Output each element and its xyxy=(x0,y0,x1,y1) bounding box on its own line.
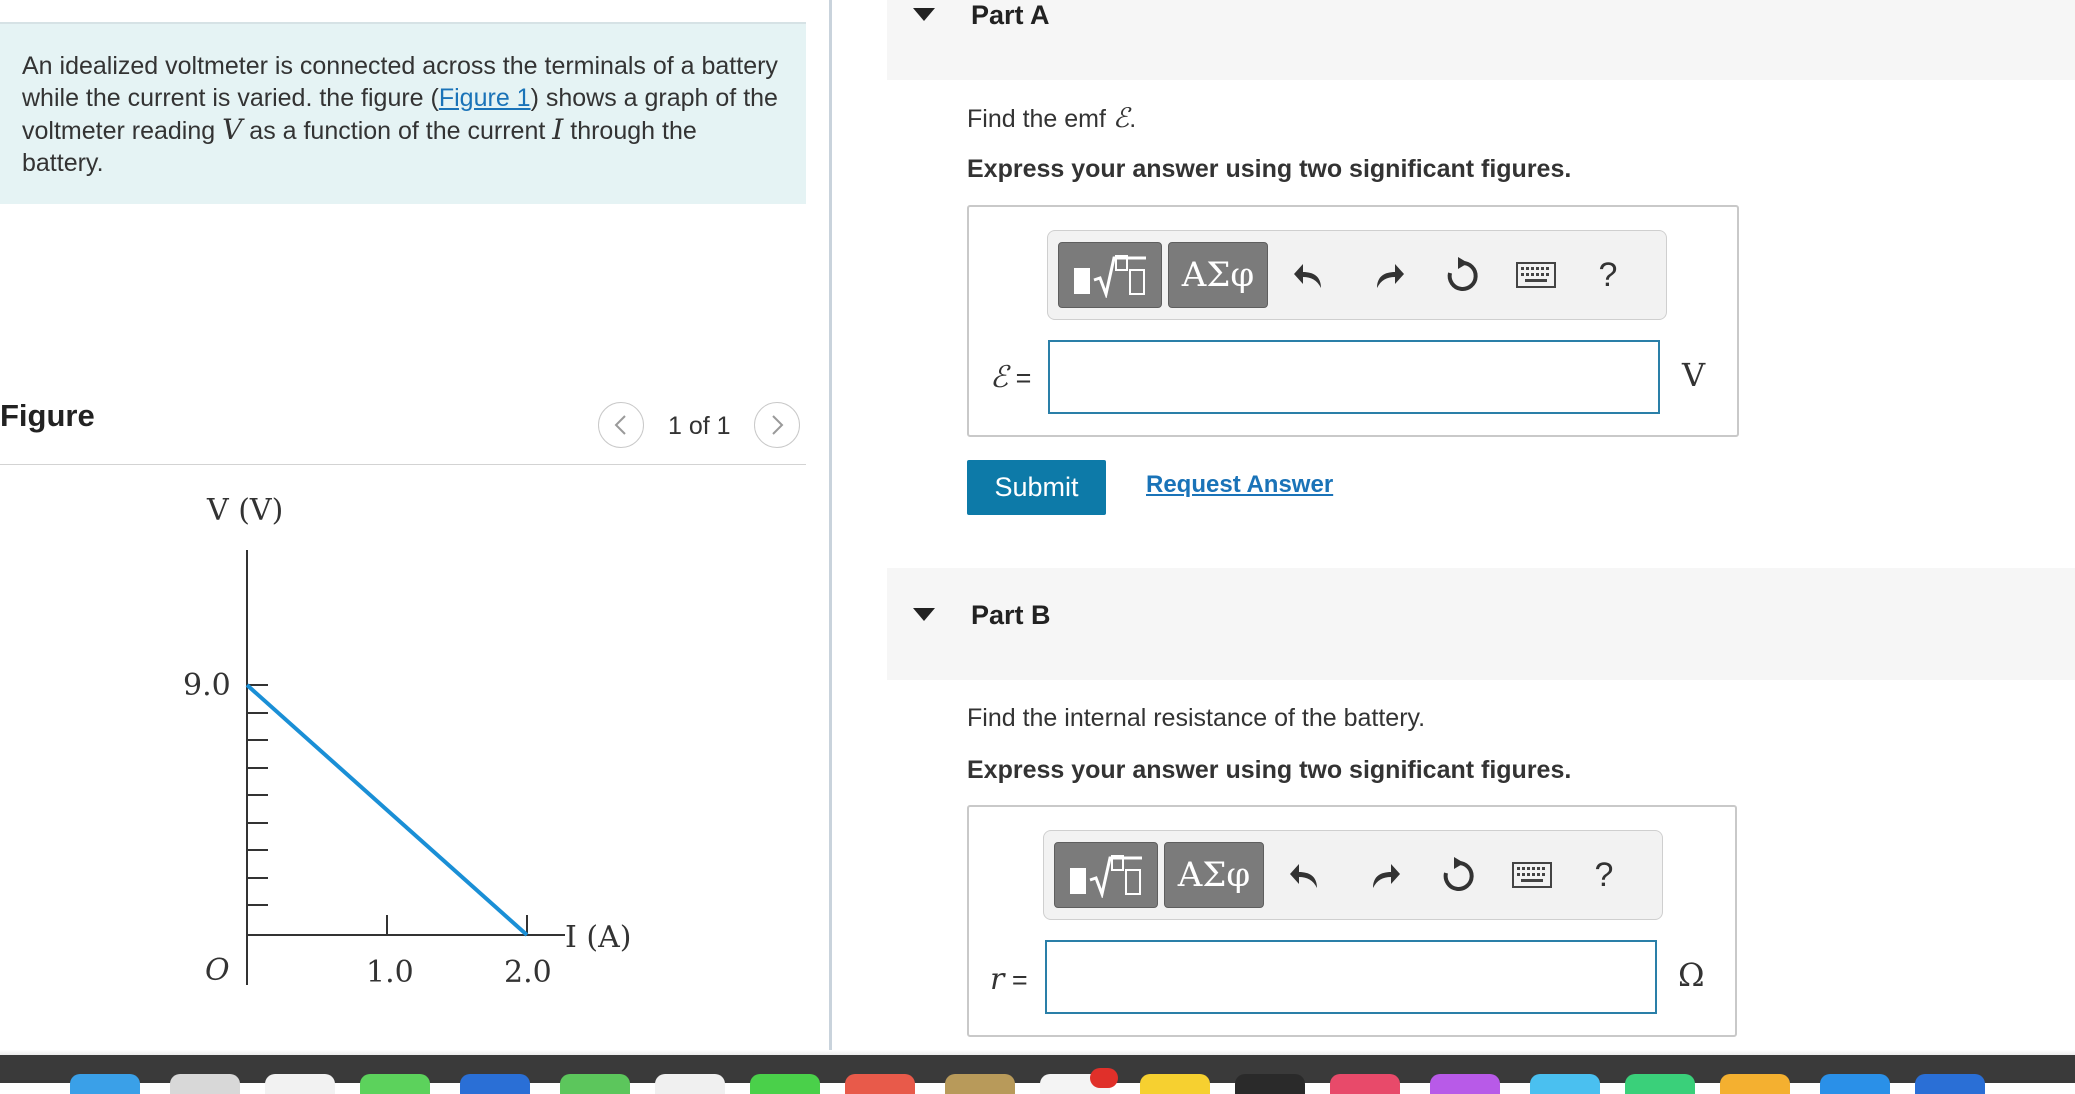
variable-v: V xyxy=(222,113,243,146)
problem-statement: An idealized voltmeter is connected acro… xyxy=(22,50,782,179)
resistance-label-symbol: r xyxy=(990,962,1005,997)
part-b-title: Part B xyxy=(971,600,1051,630)
part-b-math-toolbar: ΑΣφ ? xyxy=(1043,830,1663,920)
notification-badge xyxy=(1090,1068,1118,1088)
submit-button[interactable]: Submit xyxy=(967,460,1106,515)
help-button[interactable]: ? xyxy=(1588,253,1628,297)
variable-i: I xyxy=(552,113,564,146)
voltage-current-graph: V (V) 9.0 I (A) O 1.0 2.0 xyxy=(183,493,631,990)
previous-figure-button[interactable] xyxy=(598,402,644,448)
greek-letters-button[interactable]: ΑΣφ xyxy=(1164,842,1264,908)
resistance-unit: Ω xyxy=(1678,956,1705,994)
figure-divider xyxy=(0,464,806,465)
dock-app-icon[interactable] xyxy=(945,1074,1015,1094)
resistance-label-eq: = xyxy=(1004,965,1028,995)
help-icon: ? xyxy=(1598,255,1618,294)
y-axis-label: V (V) xyxy=(206,493,283,528)
reset-button[interactable] xyxy=(1440,253,1484,297)
greek-letters-button[interactable]: ΑΣφ xyxy=(1168,242,1268,308)
part-a-header[interactable] xyxy=(887,0,2075,80)
dock-app-icon[interactable] xyxy=(655,1074,725,1094)
x-tick-label-1: 1.0 xyxy=(366,955,414,990)
figure-title: Figure xyxy=(0,398,95,433)
undo-icon xyxy=(1294,264,1321,288)
dock-app-icon[interactable] xyxy=(460,1074,530,1094)
redo-button[interactable] xyxy=(1366,255,1410,295)
dock-app-icon[interactable] xyxy=(170,1074,240,1094)
request-answer-link[interactable]: Request Answer xyxy=(1146,471,1333,499)
collapse-caret-icon[interactable] xyxy=(913,608,935,621)
part-a-title: Part A xyxy=(971,0,1050,30)
dock-app-icon[interactable] xyxy=(1530,1074,1600,1094)
redo-button[interactable] xyxy=(1362,855,1406,895)
dock-app-icon[interactable] xyxy=(1720,1074,1790,1094)
chevron-left-icon xyxy=(614,415,626,435)
redo-icon xyxy=(1377,264,1404,288)
collapse-caret-icon[interactable] xyxy=(913,8,935,21)
part-b-header[interactable] xyxy=(887,568,2075,680)
resistance-answer-input[interactable] xyxy=(1045,940,1657,1014)
dock-app-icon[interactable] xyxy=(265,1074,335,1094)
redo-icon xyxy=(1373,864,1400,888)
part-a-question: Find the emf ℰ. xyxy=(967,103,1136,134)
dock-app-icon[interactable] xyxy=(360,1074,430,1094)
undo-button[interactable] xyxy=(1284,855,1328,895)
keyboard-icon xyxy=(1512,862,1552,888)
keyboard-icon xyxy=(1516,262,1556,288)
problem-text-3: as a function of the current xyxy=(242,117,553,145)
emf-symbol: ℰ xyxy=(1112,103,1130,134)
dock-app-icon[interactable] xyxy=(1140,1074,1210,1094)
dock-app-icon[interactable] xyxy=(1235,1074,1305,1094)
part-a-math-toolbar: ΑΣφ ? xyxy=(1047,230,1667,320)
templates-icon xyxy=(1074,255,1146,298)
column-divider xyxy=(829,0,832,1060)
resistance-input-label: r = xyxy=(990,962,1028,997)
dock-app-icon[interactable] xyxy=(560,1074,630,1094)
emf-unit: V xyxy=(1682,356,1706,394)
next-figure-button[interactable] xyxy=(754,402,800,448)
x-tick-label-2: 2.0 xyxy=(504,955,552,990)
x-axis-label: I (A) xyxy=(565,920,631,955)
reset-icon xyxy=(1443,857,1474,891)
dock-app-icon[interactable] xyxy=(750,1074,820,1094)
dock-app-icon[interactable] xyxy=(1330,1074,1400,1094)
dock-app-icon[interactable] xyxy=(1820,1074,1890,1094)
dock-app-icon[interactable] xyxy=(1430,1074,1500,1094)
templates-button[interactable] xyxy=(1054,842,1158,908)
keyboard-button[interactable] xyxy=(1512,257,1560,293)
emf-input-label: ℰ = xyxy=(990,360,1031,395)
emf-answer-input[interactable] xyxy=(1048,340,1660,414)
part-b-instruction: Express your answer using two significan… xyxy=(967,756,1572,784)
dock-app-icon[interactable] xyxy=(70,1074,140,1094)
dock-app-icon[interactable] xyxy=(1625,1074,1695,1094)
figure-link[interactable]: Figure 1 xyxy=(439,84,531,112)
reset-button[interactable] xyxy=(1436,853,1480,897)
part-b-question: Find the internal resistance of the batt… xyxy=(967,704,1426,732)
part-a-instruction: Express your answer using two significan… xyxy=(967,155,1572,183)
data-line xyxy=(245,683,529,937)
keyboard-button[interactable] xyxy=(1508,857,1556,893)
figure-pager-count: 1 of 1 xyxy=(668,412,731,440)
undo-icon xyxy=(1290,864,1317,888)
help-button[interactable]: ? xyxy=(1584,853,1624,897)
templates-icon xyxy=(1070,855,1142,898)
part-a-question-text: Find the emf xyxy=(967,105,1113,133)
origin-label: O xyxy=(205,953,230,988)
greek-letters-icon: ΑΣφ xyxy=(1177,855,1251,895)
help-icon: ? xyxy=(1594,855,1614,894)
dock-app-icon[interactable] xyxy=(845,1074,915,1094)
undo-button[interactable] xyxy=(1288,255,1332,295)
templates-button[interactable] xyxy=(1058,242,1162,308)
reset-icon xyxy=(1447,257,1478,291)
y-tick-label-9: 9.0 xyxy=(183,668,231,703)
dock-app-icon[interactable] xyxy=(1915,1074,1985,1094)
emf-label-eq: = xyxy=(1008,363,1032,393)
greek-letters-icon: ΑΣφ xyxy=(1181,255,1255,295)
part-a-question-end: . xyxy=(1129,105,1137,133)
emf-label-symbol: ℰ xyxy=(990,360,1009,395)
chevron-right-icon xyxy=(772,415,784,435)
y-axis-ticks xyxy=(247,684,268,906)
